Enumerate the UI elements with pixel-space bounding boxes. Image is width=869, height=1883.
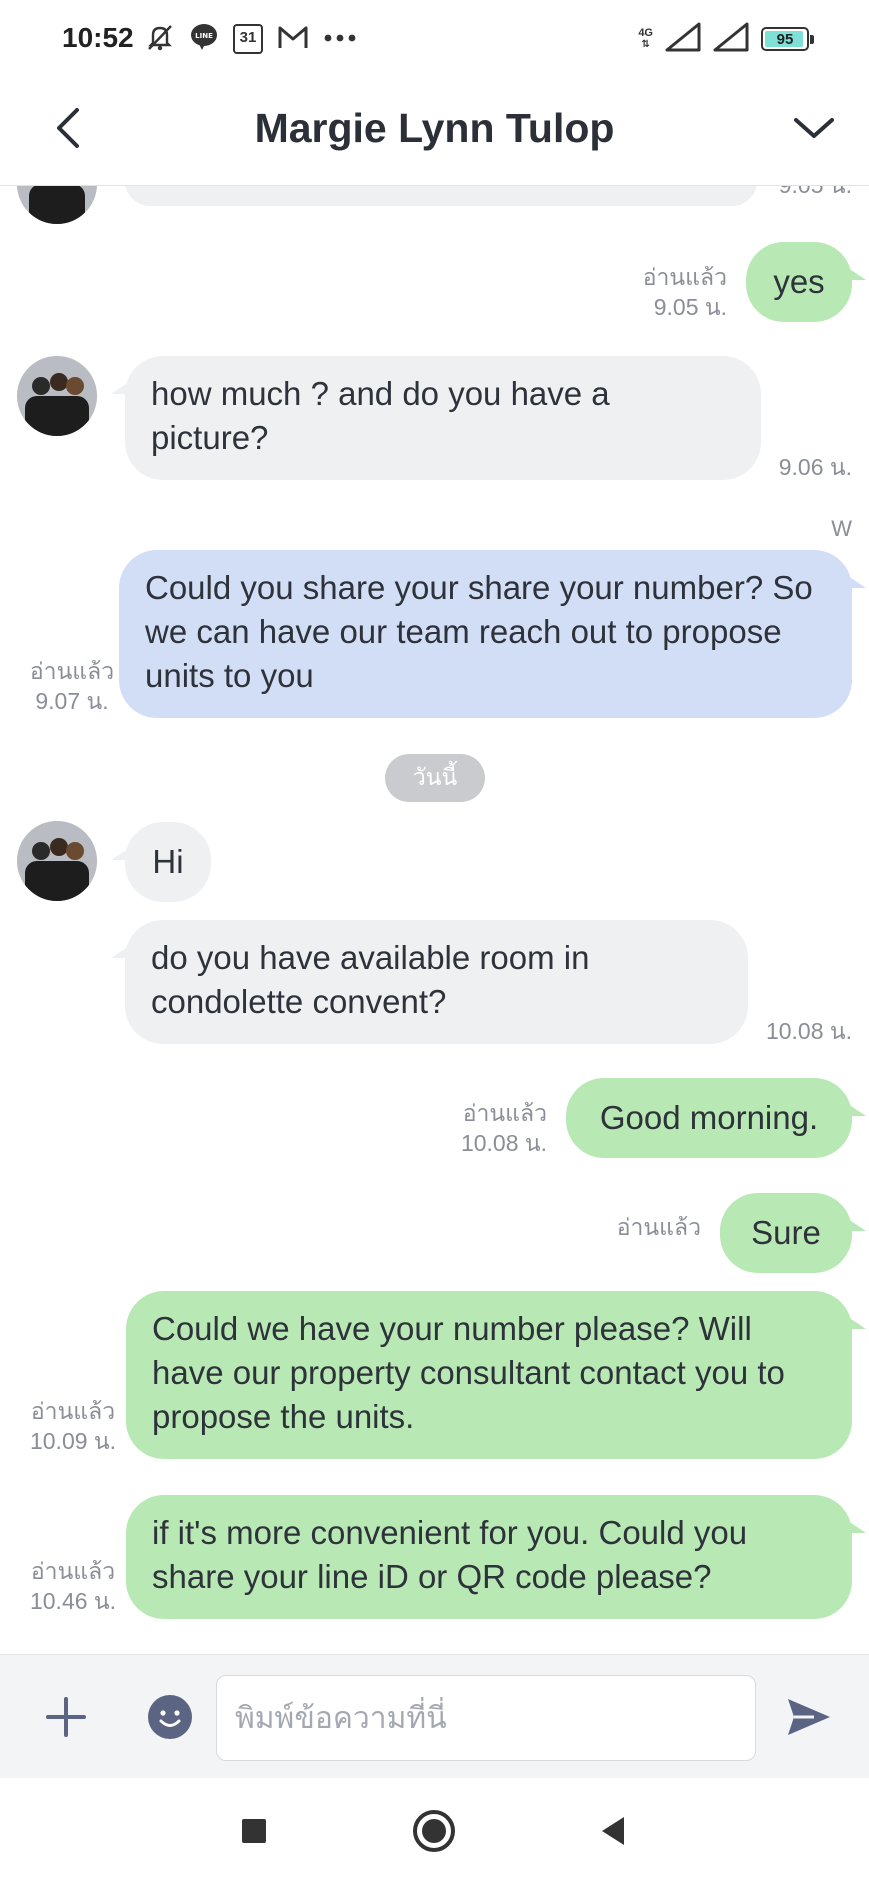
message-bubble-outgoing[interactable]: Sure: [720, 1193, 866, 1273]
more-dots-icon: [323, 30, 357, 48]
home-button[interactable]: [404, 1806, 464, 1856]
status-bar: 10:52 LINE 31 4G ⇅ 95: [0, 0, 869, 76]
status-time: 10:52: [62, 22, 134, 53]
read-status: อ่านแล้ว: [29, 658, 115, 684]
send-button[interactable]: [776, 1687, 840, 1747]
system-nav-bar: [0, 1778, 869, 1883]
network-label: 4G: [638, 27, 653, 39]
calendar-icon: 31: [233, 24, 263, 54]
gmail-icon: [277, 23, 309, 56]
read-status: อ่านแล้ว: [642, 264, 727, 290]
signal-icon-2: [713, 22, 749, 57]
read-status: อ่านแล้ว: [462, 1100, 547, 1126]
plus-icon: [46, 1697, 86, 1737]
square-icon: [242, 1819, 266, 1843]
sender-tag: W: [831, 516, 852, 541]
chat-title[interactable]: Margie Lynn Tulop: [0, 98, 869, 158]
chat-header: Margie Lynn Tulop: [0, 76, 869, 186]
message-bubble-outgoing[interactable]: if it's more convenient for you. Could y…: [126, 1495, 866, 1619]
message-bubble-outgoing[interactable]: yes: [746, 242, 866, 322]
message-list[interactable]: 9.05 น. อ่านแล้ว 9.05 น. yes how much ? …: [0, 186, 869, 1654]
recents-button[interactable]: [224, 1806, 284, 1856]
home-circle-icon: [413, 1810, 455, 1852]
battery-icon: 95: [761, 27, 814, 51]
message-composer: [0, 1654, 869, 1778]
smiley-icon: [148, 1695, 192, 1739]
message-time: 9.07 น.: [35, 688, 109, 714]
muted-bell-icon: [145, 22, 175, 57]
triangle-back-icon: [602, 1817, 624, 1845]
avatar[interactable]: [17, 356, 97, 436]
notification-icons: LINE 31: [145, 22, 357, 56]
line-app-icon: LINE: [189, 22, 219, 57]
read-status: อ่านแล้ว: [616, 1214, 701, 1240]
message-bubble-outgoing[interactable]: Could you share your share your number? …: [119, 550, 866, 718]
message-bubble-outgoing[interactable]: Good morning.: [566, 1078, 866, 1158]
read-status: อ่านแล้ว: [30, 1558, 116, 1584]
system-indicators: 4G ⇅ 95: [638, 22, 814, 57]
avatar[interactable]: [17, 186, 97, 224]
message-bubble-outgoing[interactable]: Could we have your number please? Will h…: [126, 1291, 866, 1459]
calendar-day: 31: [239, 29, 257, 46]
message-time: 9.06 น.: [778, 454, 852, 480]
date-divider: วันนี้: [385, 754, 485, 802]
emoji-button[interactable]: [140, 1687, 200, 1747]
send-icon: [788, 1699, 830, 1735]
message-bubble-incoming[interactable]: [125, 186, 757, 206]
signal-icon: [665, 22, 701, 57]
message-time: 10.08 น.: [765, 1018, 852, 1044]
message-time: 10.09 น.: [29, 1428, 117, 1454]
message-time: 9.05 น.: [653, 294, 727, 320]
menu-toggle-button[interactable]: [781, 98, 847, 158]
message-bubble-incoming[interactable]: Hi: [111, 822, 211, 902]
message-bubble-incoming[interactable]: do you have available room in condolette…: [111, 920, 748, 1044]
nav-back-button[interactable]: [583, 1806, 643, 1856]
read-status: อ่านแล้ว: [30, 1398, 116, 1424]
svg-text:LINE: LINE: [195, 32, 213, 40]
message-time: 9.05 น.: [732, 186, 852, 200]
message-bubble-incoming[interactable]: how much ? and do you have a picture?: [111, 356, 761, 480]
attach-button[interactable]: [36, 1687, 96, 1747]
data-arrows-icon: ⇅: [641, 39, 650, 50]
network-type: 4G ⇅: [638, 27, 653, 51]
avatar[interactable]: [17, 821, 97, 901]
message-time: 10.46 น.: [29, 1588, 117, 1614]
message-input[interactable]: [216, 1675, 756, 1761]
battery-percent: 95: [776, 30, 794, 48]
chevron-down-icon: [794, 118, 834, 138]
message-time: 10.08 น.: [460, 1130, 547, 1156]
